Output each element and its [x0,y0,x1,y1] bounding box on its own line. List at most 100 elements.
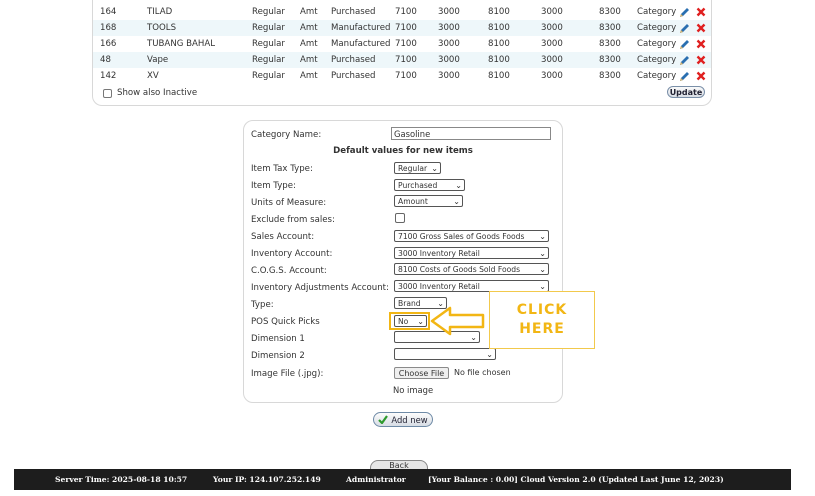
cell-dim: 8300 [599,39,621,49]
cell-type: Purchased [331,7,376,17]
cell-dim: 8300 [599,71,621,81]
delete-x-icon[interactable] [696,71,706,81]
highlight-box [389,312,430,330]
edit-pencil-icon[interactable] [679,23,690,34]
units-label: Units of Measure: [251,198,327,208]
cell-tax: Regular [252,55,285,65]
category-form: Category Name: Gasoline Default values f… [243,120,563,403]
edit-pencil-icon[interactable] [679,55,690,66]
chevron-down-icon: ⌄ [539,282,546,291]
image-preview-text: No image [393,385,434,395]
cell-units: Amt [300,55,318,65]
cell-tax: Regular [252,39,285,49]
cell-cogs: 8100 [488,7,510,17]
edit-pencil-icon[interactable] [679,7,690,18]
chevron-down-icon: ⌄ [539,265,546,274]
dimension-2-label: Dimension 2 [251,351,305,361]
cell-units: Amt [300,71,318,81]
cell-name: TUBANG BAHAL [147,39,216,49]
left-arrow-icon [430,306,485,336]
table-row: 166 TUBANG BAHAL Regular Amt Manufactured 710… [93,36,711,52]
edit-pencil-icon[interactable] [679,71,690,82]
type-label: Type: [251,300,274,310]
cell-id: 166 [100,39,117,49]
item-tax-type-label: Item Tax Type: [251,164,313,174]
file-status: No file chosen [454,368,511,377]
server-time: Server Time: 2025-08-18 10:57 [55,475,188,484]
cell-inventory: 3000 [438,55,460,65]
dimension-2-select[interactable]: ⌄ [394,348,496,360]
cell-tax: Regular [252,7,285,17]
cell-units: Amt [300,7,318,17]
checkmark-icon [378,415,389,424]
chevron-down-icon: ⌄ [453,197,460,206]
table-row: 142 XV Regular Amt Purchased 7100 3000 8100 3000… [93,68,711,84]
user-name: Administrator [346,475,406,484]
chevron-down-icon: ⌄ [486,350,493,359]
show-inactive-label: Show also Inactive [117,88,198,98]
sales-account-select[interactable]: 7100 Gross Sales of Goods Foods ⌄ [394,230,549,242]
cell-cogs: 8100 [488,71,510,81]
cell-adjustment: 3000 [541,7,563,17]
cell-cogs: 8100 [488,23,510,33]
cell-sales: 7100 [395,71,417,81]
cell-dim: 8300 [599,7,621,17]
cell-inventory: 3000 [438,39,460,49]
category-name-input[interactable]: Gasoline [391,127,551,140]
cell-adjustment: 3000 [541,55,563,65]
add-new-button[interactable]: Add new [373,412,433,427]
user-ip: Your IP: 124.107.252.149 [213,475,321,484]
cell-type: Purchased [331,71,376,81]
category-name-label: Category Name: [251,130,322,140]
show-inactive-toggle[interactable]: Show also Inactive [103,88,197,98]
delete-x-icon[interactable] [696,55,706,65]
cell-name: Vape [147,55,169,65]
image-file-label: Image File (.jpg): [251,369,324,379]
delete-x-icon[interactable] [696,39,706,49]
show-inactive-checkbox[interactable] [103,88,112,98]
cell-adjustment: 3000 [541,71,563,81]
edit-pencil-icon[interactable] [679,39,690,50]
item-type-label: Item Type: [251,181,296,191]
sales-account-label: Sales Account: [251,232,315,242]
cell-id: 164 [100,7,117,17]
cell-cogs: 8100 [488,39,510,49]
units-select[interactable]: Amount ⌄ [394,195,463,207]
cell-dim: 8300 [599,55,621,65]
cell-type: Manufactured [331,39,391,49]
item-type-select[interactable]: Purchased ⌄ [394,179,465,191]
chevron-down-icon: ⌄ [539,232,546,241]
footer-bar: Server Time: 2025-08-18 10:57 Your IP: 1… [14,469,791,490]
cell-tax: Regular [252,23,285,33]
table-row: 164 TILAD Regular Amt Purchased 7100 3000 8100 3… [93,4,711,20]
cell-sales: 7100 [395,55,417,65]
cell-id: 168 [100,23,117,33]
cell-tax: Regular [252,71,285,81]
chevron-down-icon: ⌄ [539,249,546,258]
delete-x-icon[interactable] [696,7,706,17]
pos-quick-picks-label: POS Quick Picks [251,317,320,327]
callout-line-2: HERE [519,321,565,337]
update-button[interactable]: Update [667,86,705,98]
choose-file-button[interactable]: Choose File [394,367,449,379]
cell-category: Category [637,39,677,49]
cell-dim: 8300 [599,23,621,33]
balance-version: [Your Balance : 0.00] Cloud Version 2.0 … [428,475,724,484]
cell-inventory: 3000 [438,23,460,33]
delete-x-icon[interactable] [696,23,706,33]
exclude-from-sales-checkbox[interactable] [395,213,405,223]
cell-sales: 7100 [395,7,417,17]
cell-adjustment: 3000 [541,23,563,33]
cell-inventory: 3000 [438,7,460,17]
cell-category: Category [637,23,677,33]
defaults-heading: Default values for new items [333,146,473,156]
cell-inventory: 3000 [438,71,460,81]
cell-category: Category [637,55,677,65]
cell-units: Amt [300,23,318,33]
item-tax-type-select[interactable]: Regular ⌄ [394,162,441,174]
inventory-account-select[interactable]: 3000 Inventory Retail ⌄ [394,247,549,259]
cogs-account-select[interactable]: 8100 Costs of Goods Sold Foods ⌄ [394,263,549,275]
exclude-label: Exclude from sales: [251,215,335,225]
table-row: 168 TOOLS Regular Amt Manufactured 7100 3000 81… [93,20,711,36]
click-here-callout: CLICK HERE [489,291,595,349]
